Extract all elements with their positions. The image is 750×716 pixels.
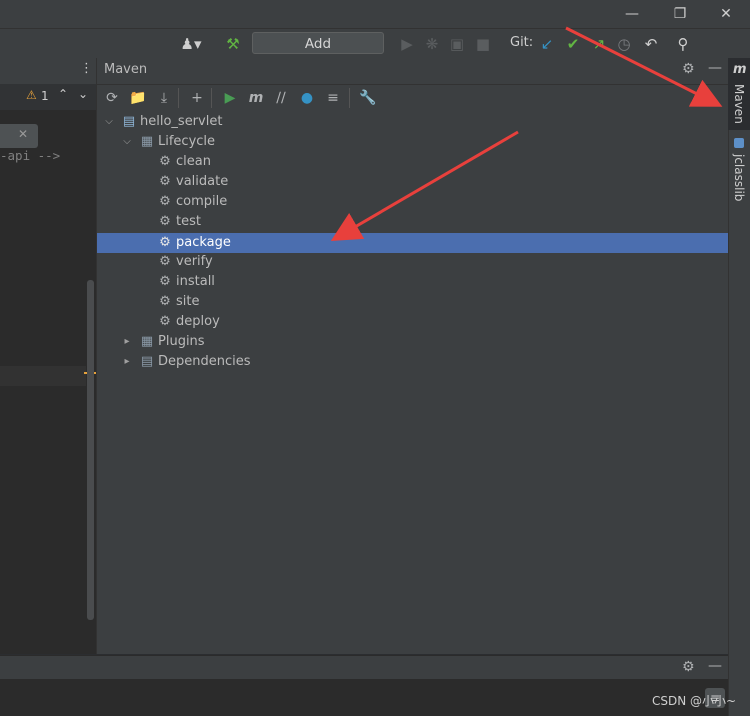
arrow-to-maven-tab	[565, 26, 723, 107]
arrow-to-package	[330, 130, 519, 242]
annotation-arrows	[330, 26, 723, 242]
